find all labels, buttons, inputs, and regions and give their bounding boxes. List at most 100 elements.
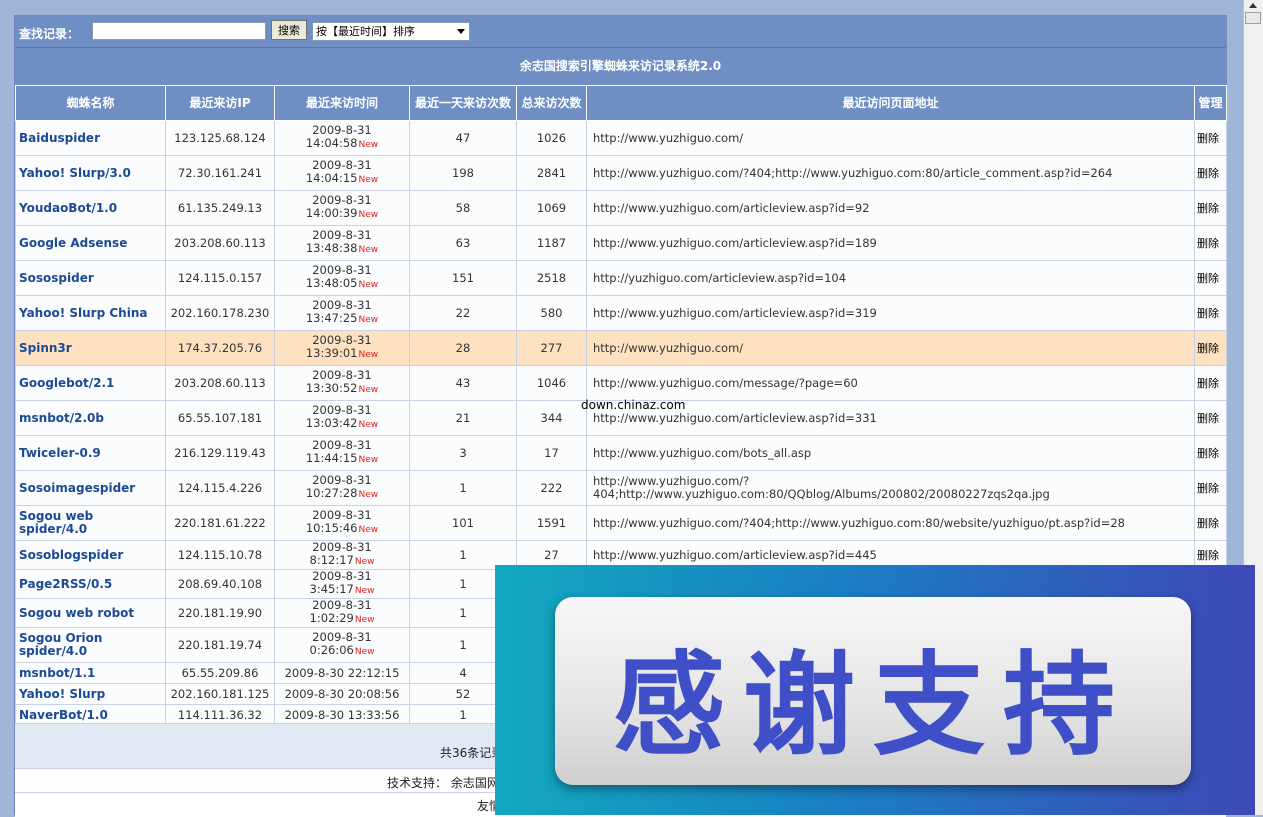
page-url-cell[interactable]: http://www.yuzhiguo.com/ xyxy=(586,330,1195,366)
new-badge: New xyxy=(358,245,379,255)
day-count-cell: 28 xyxy=(409,330,517,366)
delete-link[interactable]: 删除 xyxy=(1194,120,1227,156)
column-header-name: 蜘蛛名称 xyxy=(15,85,166,121)
total-count-cell: 580 xyxy=(516,295,587,331)
spider-name-cell[interactable]: Baiduspider xyxy=(15,120,166,156)
delete-link[interactable]: 删除 xyxy=(1194,365,1227,401)
table-row: Google Adsense 203.208.60.113 2009-8-31 13:… xyxy=(15,225,1227,261)
spider-name-cell[interactable]: Page2RSS/0.5 xyxy=(15,569,166,599)
spider-name-cell[interactable]: YoudaoBot/1.0 xyxy=(15,190,166,226)
visit-ip: 65.55.107.181 xyxy=(177,410,263,425)
scroll-up-icon[interactable] xyxy=(1249,3,1257,8)
scroll-thumb[interactable] xyxy=(1245,12,1261,24)
day-count: 21 xyxy=(455,410,471,425)
delete-link-label: 删除 xyxy=(1197,166,1219,180)
delete-link[interactable]: 删除 xyxy=(1194,505,1227,541)
day-count-cell: 43 xyxy=(409,365,517,401)
day-count-cell: 47 xyxy=(409,120,517,156)
page-url-cell[interactable]: http://www.yuzhiguo.com/bots_all.asp xyxy=(586,435,1195,471)
visit-date: 2009-8-31 xyxy=(312,193,372,207)
visit-ip: 65.55.209.86 xyxy=(181,665,259,680)
day-count: 198 xyxy=(452,165,474,180)
visit-ip: 203.208.60.113 xyxy=(174,375,266,390)
page-url-cell[interactable]: http://www.yuzhiguo.com/ xyxy=(586,120,1195,156)
spider-name-cell[interactable]: Spinn3r xyxy=(15,330,166,366)
total-count: 1591 xyxy=(536,515,567,530)
spider-name-cell[interactable]: Sogou Orion spider/4.0 xyxy=(15,627,166,663)
day-count: 3 xyxy=(459,445,467,460)
visit-time: 13:39:01 xyxy=(305,346,358,360)
spider-name-cell[interactable]: msnbot/2.0b xyxy=(15,400,166,436)
total-count: 27 xyxy=(544,547,559,562)
delete-link[interactable]: 删除 xyxy=(1194,400,1227,436)
spider-name-cell[interactable]: Sosoimagespider xyxy=(15,470,166,506)
day-count-cell: 101 xyxy=(409,505,517,541)
page-url: http://www.yuzhiguo.com/?404;http://www.… xyxy=(593,165,1113,180)
ip-cell: 220.181.19.74 xyxy=(165,627,275,663)
spider-name: Sogou Orion spider/4.0 xyxy=(19,631,103,658)
spider-name-cell[interactable]: Yahoo! Slurp China xyxy=(15,295,166,331)
spider-name-cell[interactable]: Google Adsense xyxy=(15,225,166,261)
table-row: Sogou web spider/4.0 220.181.61.222 2009-8… xyxy=(15,505,1227,541)
table-row: Spinn3r 174.37.205.76 2009-8-31 13:39:01New… xyxy=(15,330,1227,366)
spider-name-cell[interactable]: msnbot/1.1 xyxy=(15,662,166,684)
time-cell: 2009-8-31 11:44:15New xyxy=(274,435,410,471)
new-badge: New xyxy=(358,455,379,465)
page-url: http://yuzhiguo.com/articleview.asp?id=1… xyxy=(593,270,847,285)
new-badge: New xyxy=(354,615,375,625)
ip-cell: 208.69.40.108 xyxy=(165,569,275,599)
delete-link[interactable]: 删除 xyxy=(1194,190,1227,226)
day-count: 1 xyxy=(459,547,467,562)
page-url-cell[interactable]: http://yuzhiguo.com/articleview.asp?id=1… xyxy=(586,260,1195,296)
spider-name-cell[interactable]: Yahoo! Slurp/3.0 xyxy=(15,155,166,191)
delete-link[interactable]: 删除 xyxy=(1194,225,1227,261)
time-cell: 2009-8-30 20:08:56 xyxy=(274,683,410,705)
page-url-cell[interactable]: http://www.yuzhiguo.com/?404;http://www.… xyxy=(586,155,1195,191)
time-cell: 2009-8-31 8:12:17New xyxy=(274,540,410,570)
spider-name-cell[interactable]: Googlebot/2.1 xyxy=(15,365,166,401)
day-count: 1 xyxy=(459,576,467,591)
day-count-cell: 63 xyxy=(409,225,517,261)
delete-link[interactable]: 删除 xyxy=(1194,295,1227,331)
delete-link[interactable]: 删除 xyxy=(1194,260,1227,296)
spider-name-cell[interactable]: Sosospider xyxy=(15,260,166,296)
page-url-cell[interactable]: http://www.yuzhiguo.com/articleview.asp?… xyxy=(586,225,1195,261)
total-count: 1046 xyxy=(536,375,567,390)
record-count: 共36条记录 xyxy=(440,746,504,760)
spider-name-cell[interactable]: Yahoo! Slurp xyxy=(15,683,166,705)
new-badge: New xyxy=(358,385,379,395)
page-url-cell[interactable]: http://www.yuzhiguo.com/articleview.asp?… xyxy=(586,190,1195,226)
spider-name-cell[interactable]: Twiceler-0.9 xyxy=(15,435,166,471)
delete-link[interactable]: 删除 xyxy=(1194,470,1227,506)
time-cell: 2009-8-31 0:26:06New xyxy=(274,627,410,663)
visit-ip: 220.181.61.222 xyxy=(174,515,266,530)
table-header-row: 蜘蛛名称 最近来访IP 最近来访时间 最近一天来访次数 总来访次数 最近访问页面… xyxy=(15,85,1227,121)
page-url-cell[interactable]: http://www.yuzhiguo.com/message/?page=60 xyxy=(586,365,1195,401)
delete-link[interactable]: 删除 xyxy=(1194,330,1227,366)
watermark: down.chinaz.com xyxy=(581,398,686,412)
delete-link[interactable]: 删除 xyxy=(1194,435,1227,471)
search-input[interactable] xyxy=(92,22,266,40)
delete-link-label: 删除 xyxy=(1197,201,1219,215)
table-row: Sosospider 124.115.0.157 2009-8-31 13:48:05… xyxy=(15,260,1227,296)
visit-datetime: 2009-8-30 20:08:56 xyxy=(284,686,400,701)
delete-link[interactable]: 删除 xyxy=(1194,155,1227,191)
total-count: 2518 xyxy=(536,270,567,285)
page-url-cell[interactable]: http://www.yuzhiguo.com/?404;http://www.… xyxy=(586,505,1195,541)
sort-select[interactable]: 按【最近时间】排序 xyxy=(312,22,470,41)
total-count-cell: 17 xyxy=(516,435,587,471)
delete-link-label: 删除 xyxy=(1197,548,1219,562)
table-row: Sosoimagespider 124.115.4.226 2009-8-31 10:… xyxy=(15,470,1227,506)
visit-ip: 220.181.19.90 xyxy=(177,605,263,620)
visit-date: 2009-8-31 xyxy=(312,438,372,452)
spider-name-cell[interactable]: Sogou web spider/4.0 xyxy=(15,505,166,541)
search-button[interactable]: 搜索 xyxy=(271,20,307,40)
tech-support-text[interactable]: 技术支持： 余志国网 xyxy=(387,774,499,791)
delete-link-label: 删除 xyxy=(1197,481,1219,495)
spider-name-cell[interactable]: Sogou web robot xyxy=(15,598,166,628)
page-url-cell[interactable]: http://www.yuzhiguo.com/?404;http://www.… xyxy=(586,470,1195,506)
total-count-cell: 344 xyxy=(516,400,587,436)
page-url-cell[interactable]: http://www.yuzhiguo.com/articleview.asp?… xyxy=(586,295,1195,331)
page-url: http://www.yuzhiguo.com/?404;http://www.… xyxy=(593,474,1050,501)
spider-name-cell[interactable]: Sosoblogspider xyxy=(15,540,166,570)
